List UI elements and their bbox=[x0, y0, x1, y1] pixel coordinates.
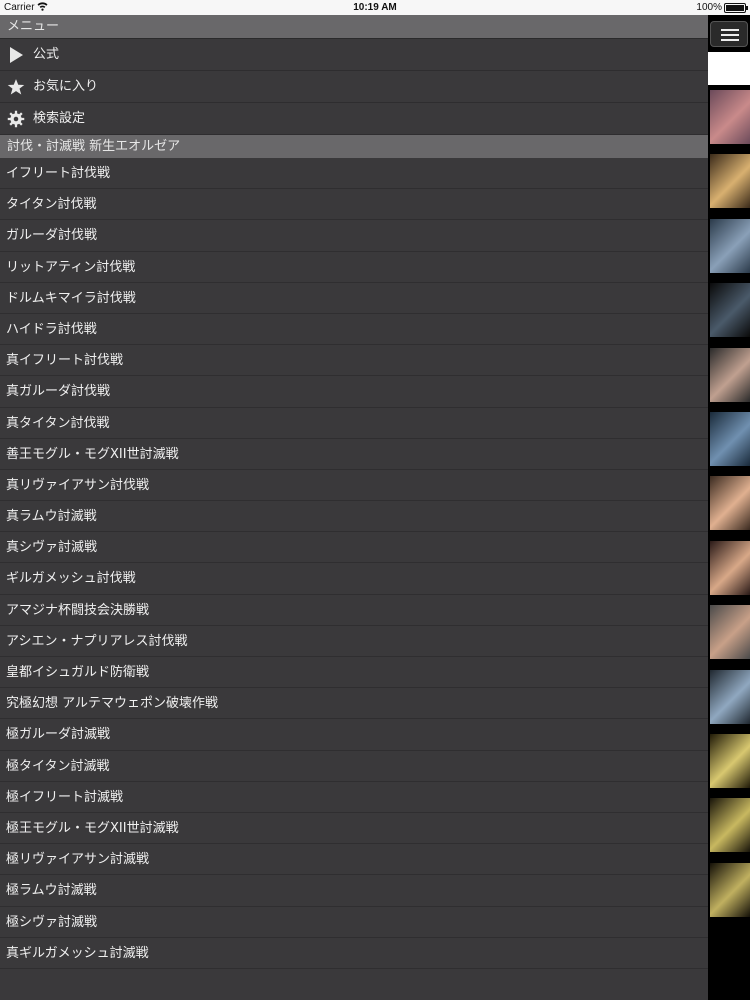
list-item[interactable]: リットアティン討伐戦 bbox=[0, 252, 708, 283]
list-item[interactable]: 皇都イシュガルド防衛戦 bbox=[0, 657, 708, 689]
list-item[interactable]: 真タイタン討伐戦 bbox=[0, 408, 708, 439]
list-item[interactable]: 極イフリート討滅戦 bbox=[0, 782, 708, 813]
list-item[interactable]: 真リヴァイアサン討伐戦 bbox=[0, 470, 708, 502]
video-thumbnail[interactable] bbox=[710, 345, 750, 405]
list-item[interactable]: イフリート討伐戦 bbox=[0, 158, 708, 190]
list-item[interactable]: ガルーダ討伐戦 bbox=[0, 220, 708, 252]
video-thumbnail[interactable] bbox=[710, 473, 750, 533]
video-thumbnail[interactable] bbox=[710, 667, 750, 727]
list-item[interactable]: 真ラムウ討滅戦 bbox=[0, 501, 708, 533]
list-item[interactable]: 真ギルガメッシュ討滅戦 bbox=[0, 938, 708, 969]
content-strip bbox=[708, 15, 750, 1000]
list-item[interactable]: 善王モグル・モグXII世討滅戦 bbox=[0, 439, 708, 470]
video-thumbnail[interactable] bbox=[710, 216, 750, 276]
list-item[interactable]: 真ガルーダ討伐戦 bbox=[0, 376, 708, 408]
clock: 10:19 AM bbox=[353, 2, 397, 13]
list-item[interactable]: 極タイタン討滅戦 bbox=[0, 751, 708, 782]
list-item[interactable]: 極ガルーダ討滅戦 bbox=[0, 719, 708, 751]
list-item[interactable]: アシエン・ナプリアレス討伐戦 bbox=[0, 626, 708, 657]
video-thumbnail[interactable] bbox=[710, 731, 750, 791]
hamburger-menu-icon[interactable] bbox=[710, 21, 748, 47]
menu-item-label: お気に入り bbox=[33, 79, 99, 94]
star-icon bbox=[7, 78, 25, 96]
side-menu: メニュー 公式 お気に入り 検索設定 討伐・討滅戦 新生エオルゼア イフリート討… bbox=[0, 15, 708, 1000]
list-item[interactable]: アマジナ杯闘技会決勝戦 bbox=[0, 595, 708, 626]
list-item[interactable]: 究極幻想 アルテマウェポン破壊作戦 bbox=[0, 688, 708, 720]
video-thumbnail[interactable] bbox=[710, 87, 750, 147]
menu-item-label: 検索設定 bbox=[33, 111, 86, 126]
video-thumbnail[interactable] bbox=[710, 860, 750, 920]
list-item[interactable]: タイタン討伐戦 bbox=[0, 189, 708, 221]
list-item[interactable]: 極王モグル・モグXII世討滅戦 bbox=[0, 813, 708, 845]
status-bar: Carrier 10:19 AM 100% bbox=[0, 0, 750, 15]
list-item[interactable]: 極リヴァイアサン討滅戦 bbox=[0, 844, 708, 876]
video-thumbnail[interactable] bbox=[710, 795, 750, 855]
video-thumbnail[interactable] bbox=[710, 538, 750, 598]
menu-item-official[interactable]: 公式 bbox=[0, 39, 708, 71]
menu-item-favorites[interactable]: お気に入り bbox=[0, 71, 708, 103]
battery-percent: 100% bbox=[696, 2, 722, 13]
list-item[interactable]: 真イフリート討伐戦 bbox=[0, 345, 708, 377]
list-item[interactable]: ハイドラ討伐戦 bbox=[0, 314, 708, 346]
video-thumbnail[interactable] bbox=[710, 151, 750, 211]
list-item[interactable]: 極シヴァ討滅戦 bbox=[0, 907, 708, 938]
menu-item-label: 公式 bbox=[33, 47, 60, 62]
video-thumbnail[interactable] bbox=[710, 409, 750, 469]
video-thumbnail[interactable] bbox=[710, 602, 750, 662]
battery-icon bbox=[724, 3, 748, 13]
menu-item-search-settings[interactable]: 検索設定 bbox=[0, 103, 708, 135]
list-item[interactable]: ギルガメッシュ討伐戦 bbox=[0, 563, 708, 595]
gear-icon bbox=[7, 110, 25, 128]
section-header: 討伐・討滅戦 新生エオルゼア bbox=[0, 135, 708, 158]
menu-header: メニュー bbox=[0, 15, 708, 39]
list-item[interactable]: 真シヴァ討滅戦 bbox=[0, 532, 708, 564]
list-item[interactable]: ドルムキマイラ討伐戦 bbox=[0, 283, 708, 314]
video-thumbnail[interactable] bbox=[710, 280, 750, 340]
battle-list: イフリート討伐戦 タイタン討伐戦 ガルーダ討伐戦 リットアティン討伐戦 ドルムキマイラ討… bbox=[0, 158, 708, 969]
list-item[interactable]: 極ラムウ討滅戦 bbox=[0, 875, 708, 907]
content-banner bbox=[708, 52, 750, 85]
play-icon bbox=[7, 46, 25, 64]
